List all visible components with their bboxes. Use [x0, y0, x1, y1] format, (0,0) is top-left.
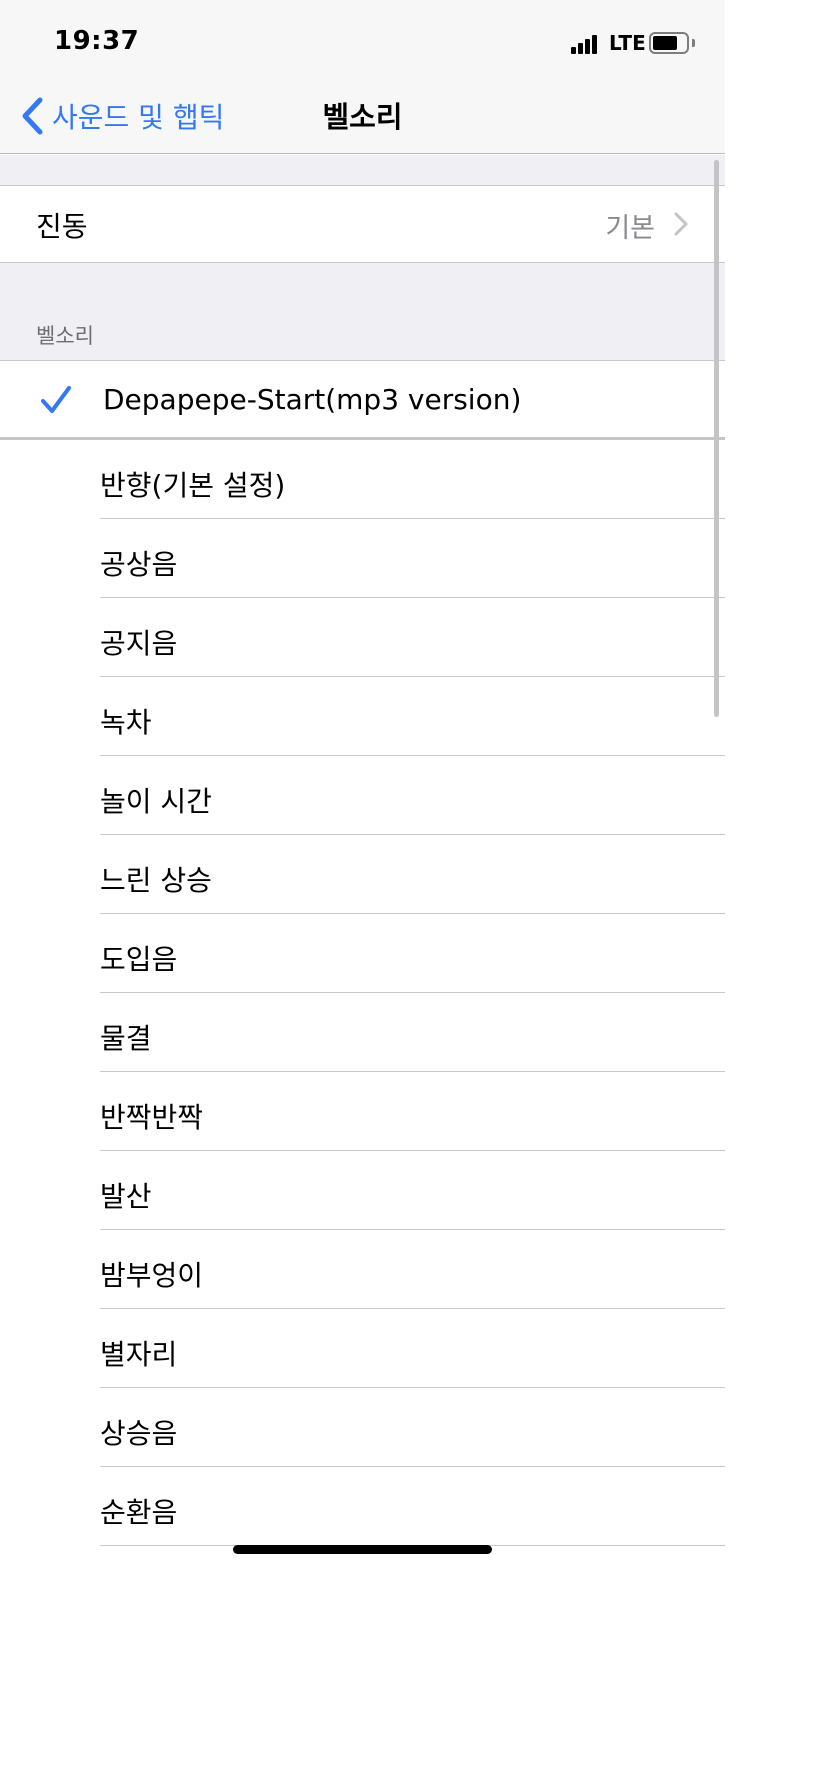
ringtone-row[interactable]: 도입음	[0, 914, 725, 993]
ringtone-row[interactable]: 물결	[0, 993, 725, 1072]
ringtone-label: 공상음	[100, 548, 178, 581]
ringtone-label: Depapepe-Start(mp3 version)	[103, 383, 522, 416]
navigation-bar: 사운드 및 햅틱 벨소리	[0, 84, 725, 154]
ringtone-row[interactable]: 순환음	[0, 1467, 725, 1546]
ringtone-row[interactable]: 발산	[0, 1151, 725, 1230]
ringtone-row[interactable]: 놀이 시간	[0, 756, 725, 835]
vibration-value: 기본	[605, 213, 655, 244]
ringtone-label: 놀이 시간	[100, 785, 212, 818]
ringtone-label: 별자리	[100, 1338, 178, 1371]
ringtone-row-selected[interactable]: Depapepe-Start(mp3 version)	[0, 361, 725, 440]
ringtone-row[interactable]: 녹차	[0, 677, 725, 756]
ringtone-label: 공지음	[100, 627, 178, 660]
ringtone-row[interactable]: 반짝반짝	[0, 1072, 725, 1151]
ringtone-row[interactable]: 느린 상승	[0, 835, 725, 914]
ringtone-row[interactable]: 공상음	[0, 519, 725, 598]
ringtone-row[interactable]: 반향(기본 설정)	[0, 440, 725, 519]
ringtone-label: 녹차	[100, 706, 152, 739]
ringtone-list: Depapepe-Start(mp3 version) 반향(기본 설정) 공상…	[0, 360, 725, 1546]
section-spacer	[0, 155, 725, 185]
ringtone-row[interactable]: 별자리	[0, 1309, 725, 1388]
ringtone-label: 느린 상승	[100, 864, 212, 897]
battery-tip	[692, 39, 695, 47]
status-time: 19:37	[54, 26, 140, 56]
ringtone-label: 도입음	[100, 943, 178, 976]
page-title: 벨소리	[322, 100, 403, 134]
cellular-signal-icon	[571, 34, 601, 54]
home-indicator[interactable]	[233, 1545, 492, 1554]
ringtone-label: 순환음	[100, 1496, 178, 1529]
vibration-label: 진동	[36, 210, 88, 243]
ringtone-label: 반향(기본 설정)	[100, 469, 286, 502]
ringtone-row[interactable]: 밤부엉이	[0, 1230, 725, 1309]
checkmark-icon	[41, 386, 71, 413]
vibration-row[interactable]: 진동 기본	[0, 185, 725, 263]
ringtone-label: 물결	[100, 1022, 152, 1055]
battery-icon	[649, 32, 689, 54]
ringtone-section-header-area	[0, 263, 725, 360]
scrollbar[interactable]	[714, 160, 719, 717]
ringtone-label: 상승음	[100, 1417, 178, 1450]
ringtone-label: 밤부엉이	[100, 1259, 204, 1292]
section-header: 벨소리	[36, 324, 94, 348]
network-type: LTE	[609, 31, 646, 55]
ringtone-label: 반짝반짝	[100, 1101, 204, 1134]
ringtone-row[interactable]: 공지음	[0, 598, 725, 677]
ringtone-label: 발산	[100, 1180, 152, 1213]
chevron-right-icon	[674, 212, 688, 236]
ringtone-row[interactable]: 상승음	[0, 1388, 725, 1467]
status-bar: 19:37 LTE	[0, 0, 725, 84]
